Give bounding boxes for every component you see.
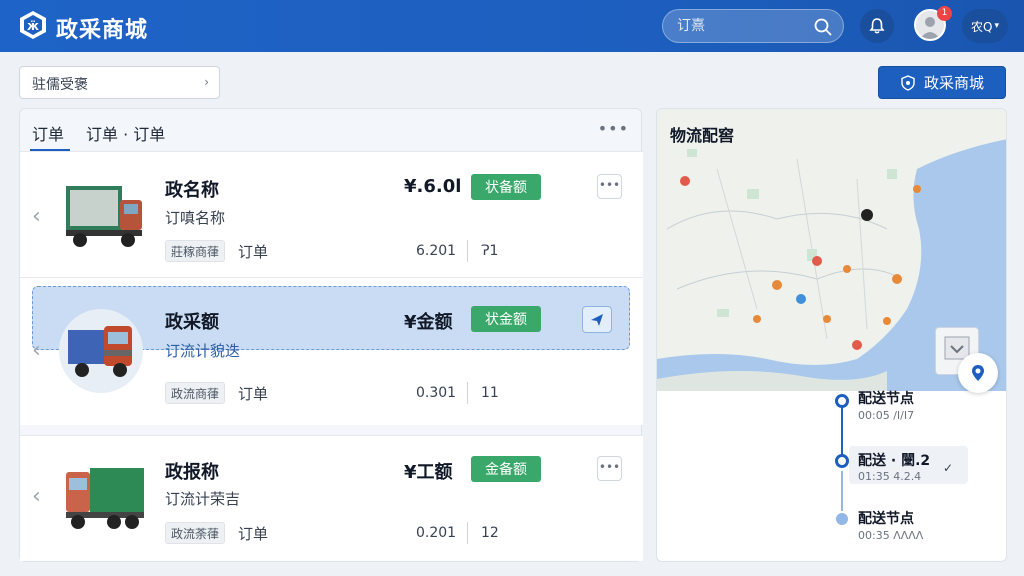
order-price: ¥.6.0l [404, 176, 462, 197]
order-kind: 订单 [238, 525, 269, 543]
divider [467, 240, 468, 262]
language-label: 农Q [971, 19, 993, 34]
timeline-line [841, 471, 843, 511]
primary-mall-button[interactable]: 政采商城 [878, 66, 1006, 99]
timeline-node-title: 配送节点 [858, 511, 914, 527]
brand-title[interactable]: 政采商城 [56, 12, 148, 44]
orders-panel: 订单 订单 · 订单 ••• ‹ 政名称 订嗔名称 莊稼商葎 订单 ¥.6.0l… [19, 108, 643, 562]
truck-image [66, 186, 142, 247]
chevron-right-icon: › [204, 75, 209, 89]
order-price: ¥金额 [404, 312, 453, 333]
truck-image [59, 309, 143, 393]
order-amount: 0.201 [416, 525, 457, 541]
order-price: ¥工额 [404, 462, 453, 483]
order-quantity: 12 [481, 525, 499, 541]
order-menu-button[interactable]: ••• [597, 174, 622, 199]
order-tag: 莊稼商葎 [165, 240, 226, 262]
chevron-left-icon[interactable]: ‹ [32, 204, 41, 229]
order-card[interactable]: ‹ 政名称 订嗔名称 莊稼商葎 订单 ¥.6.0l 状备额 6.201 Ɂ1 •… [20, 151, 643, 277]
timeline-node-title: 配送节点 [858, 391, 914, 407]
filter-select[interactable]: 驻儒受褒 › [19, 66, 220, 99]
search-icon[interactable] [813, 17, 833, 37]
order-tabs: 订单 订单 · 订单 ••• [20, 109, 643, 151]
locate-button[interactable] [958, 353, 998, 393]
timeline-node-time: 01:35 4.2.4 [858, 470, 922, 483]
timeline-node-time: 00:35 ɅɅɅɅ [858, 529, 924, 542]
chevron-left-icon[interactable]: ‹ [32, 338, 41, 363]
logo-icon[interactable]: ӝ [18, 10, 48, 40]
status-badge: 状金额 [471, 306, 541, 332]
send-button[interactable] [582, 306, 612, 333]
send-icon [591, 313, 603, 326]
primary-mall-button-label: 政采商城 [923, 74, 984, 92]
check-icon: ✓ [943, 461, 954, 475]
bell-icon [869, 18, 885, 34]
order-title: 政名称 [165, 180, 219, 201]
language-dropdown[interactable]: 农Q ▾ [962, 9, 1008, 43]
order-subtitle: 订流计貌迭 [165, 342, 241, 360]
order-kind: 订单 [238, 243, 269, 261]
chevron-down-icon: ▾ [994, 21, 999, 31]
order-title: 政采额 [165, 312, 219, 333]
timeline-dot [835, 394, 849, 408]
order-amount: 6.201 [416, 243, 457, 259]
location-pin-icon [972, 365, 984, 381]
timeline-node-title: 配送 · 闛.2 [858, 453, 931, 469]
order-subtitle: 订流计荣吉 [165, 490, 241, 508]
timeline-dot-current [835, 454, 849, 468]
chevron-left-icon[interactable]: ‹ [32, 484, 41, 509]
search-input[interactable] [677, 16, 807, 36]
logistics-panel: 物流配窖 配送节点 00:05 /I/I7 配送 · 闛.2 01:35 4.2… [656, 108, 1007, 562]
status-badge: 金备额 [471, 456, 541, 482]
truck-image [66, 468, 144, 529]
order-amount: 0.301 [416, 385, 457, 401]
timeline-node-time: 00:05 /I/I7 [858, 409, 915, 422]
filter-select-value: 驻儒受褒 [32, 77, 88, 93]
svg-text:ӝ: ӝ [27, 19, 39, 33]
top-header: ӝ 政采商城 1 农Q ▾ [0, 0, 1024, 52]
shield-icon [901, 74, 915, 91]
order-tag: 政流商葎 [165, 382, 226, 404]
order-title: 政报称 [165, 462, 219, 483]
tab-orders[interactable]: 订单 [32, 121, 64, 145]
tab-orders-sub[interactable]: 订单 · 订单 [86, 121, 165, 145]
search-box[interactable] [662, 9, 844, 43]
order-subtitle: 订嗔名称 [165, 209, 226, 227]
timeline-dot [836, 513, 848, 525]
order-card[interactable]: ‹ 政报称 订流计荣吉 政流荼葎 订单 ¥工额 金备额 0.201 12 ••• [20, 435, 643, 561]
order-tag: 政流荼葎 [165, 522, 226, 544]
notification-badge: 1 [937, 6, 952, 21]
order-kind: 订单 [238, 385, 269, 403]
order-quantity: Ɂ1 [481, 243, 499, 259]
logistics-title: 物流配窖 [670, 126, 735, 145]
order-menu-button[interactable]: ••• [597, 456, 622, 481]
divider [467, 382, 468, 404]
status-badge: 状备额 [471, 174, 541, 200]
divider [467, 522, 468, 544]
order-quantity: 11 [481, 385, 499, 401]
order-card-selected[interactable]: ‹ 政采额 订流计貌迭 政流商葎 订单 ¥金额 状金额 0.301 11 [20, 277, 643, 425]
more-icon[interactable]: ••• [598, 119, 629, 138]
notification-button[interactable] [860, 9, 894, 43]
